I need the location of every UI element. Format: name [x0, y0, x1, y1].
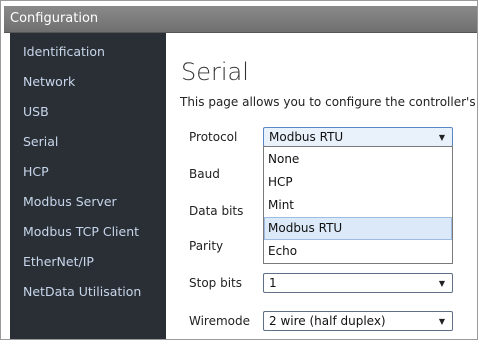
window-title: Configuration: [10, 11, 99, 26]
option-label: Modbus RTU: [268, 221, 343, 235]
main-content: Serial This page allows you to configure…: [166, 33, 478, 340]
sidebar-item-hcp[interactable]: HCP: [23, 164, 49, 179]
window-titlebar: Configuration: [4, 6, 478, 33]
stop-bits-select[interactable]: 1 ▼: [263, 273, 453, 293]
page-description: This page allows you to configure the co…: [180, 95, 476, 109]
sidebar-item-serial[interactable]: Serial: [23, 134, 58, 149]
data-bits-label: Data bits: [189, 204, 244, 218]
stop-bits-label: Stop bits: [189, 276, 243, 290]
sidebar-item-network[interactable]: Network: [23, 74, 75, 89]
wiremode-select-value: 2 wire (half duplex): [269, 314, 386, 328]
sidebar-item-usb[interactable]: USB: [23, 104, 49, 119]
option-label: None: [268, 152, 300, 166]
protocol-option-mint[interactable]: Mint: [264, 194, 452, 217]
wiremode-label: Wiremode: [189, 314, 251, 328]
chevron-down-icon: ▼: [438, 317, 445, 326]
sidebar-item-ethernet-ip[interactable]: EtherNet/IP: [23, 254, 94, 269]
protocol-option-modbus-rtu[interactable]: Modbus RTU: [264, 217, 452, 240]
option-label: Mint: [268, 198, 294, 212]
baud-label: Baud: [189, 167, 220, 181]
sidebar-item-netdata-utilisation[interactable]: NetData Utilisation: [23, 284, 141, 299]
chevron-down-icon: ▼: [438, 133, 445, 142]
chevron-down-icon: ▼: [438, 279, 445, 288]
option-label: Echo: [268, 244, 298, 258]
page-title: Serial: [181, 58, 249, 86]
protocol-dropdown-list: None HCP Mint Modbus RTU Echo: [263, 146, 453, 264]
sidebar-item-modbus-tcp-client[interactable]: Modbus TCP Client: [23, 224, 139, 239]
wiremode-select[interactable]: 2 wire (half duplex) ▼: [263, 311, 453, 331]
sidebar-item-modbus-server[interactable]: Modbus Server: [23, 194, 117, 209]
protocol-option-echo[interactable]: Echo: [264, 240, 452, 263]
protocol-select-value: Modbus RTU: [269, 130, 344, 144]
stop-bits-select-value: 1: [269, 276, 277, 290]
parity-label: Parity: [189, 239, 224, 253]
option-label: HCP: [268, 175, 293, 189]
protocol-select[interactable]: Modbus RTU ▼: [263, 127, 453, 147]
protocol-option-hcp[interactable]: HCP: [264, 171, 452, 194]
sidebar-item-identification[interactable]: Identification: [23, 44, 105, 59]
protocol-label: Protocol: [189, 130, 238, 144]
sidebar: Identification Network USB Serial HCP Mo…: [10, 33, 166, 340]
protocol-option-none[interactable]: None: [264, 148, 452, 171]
